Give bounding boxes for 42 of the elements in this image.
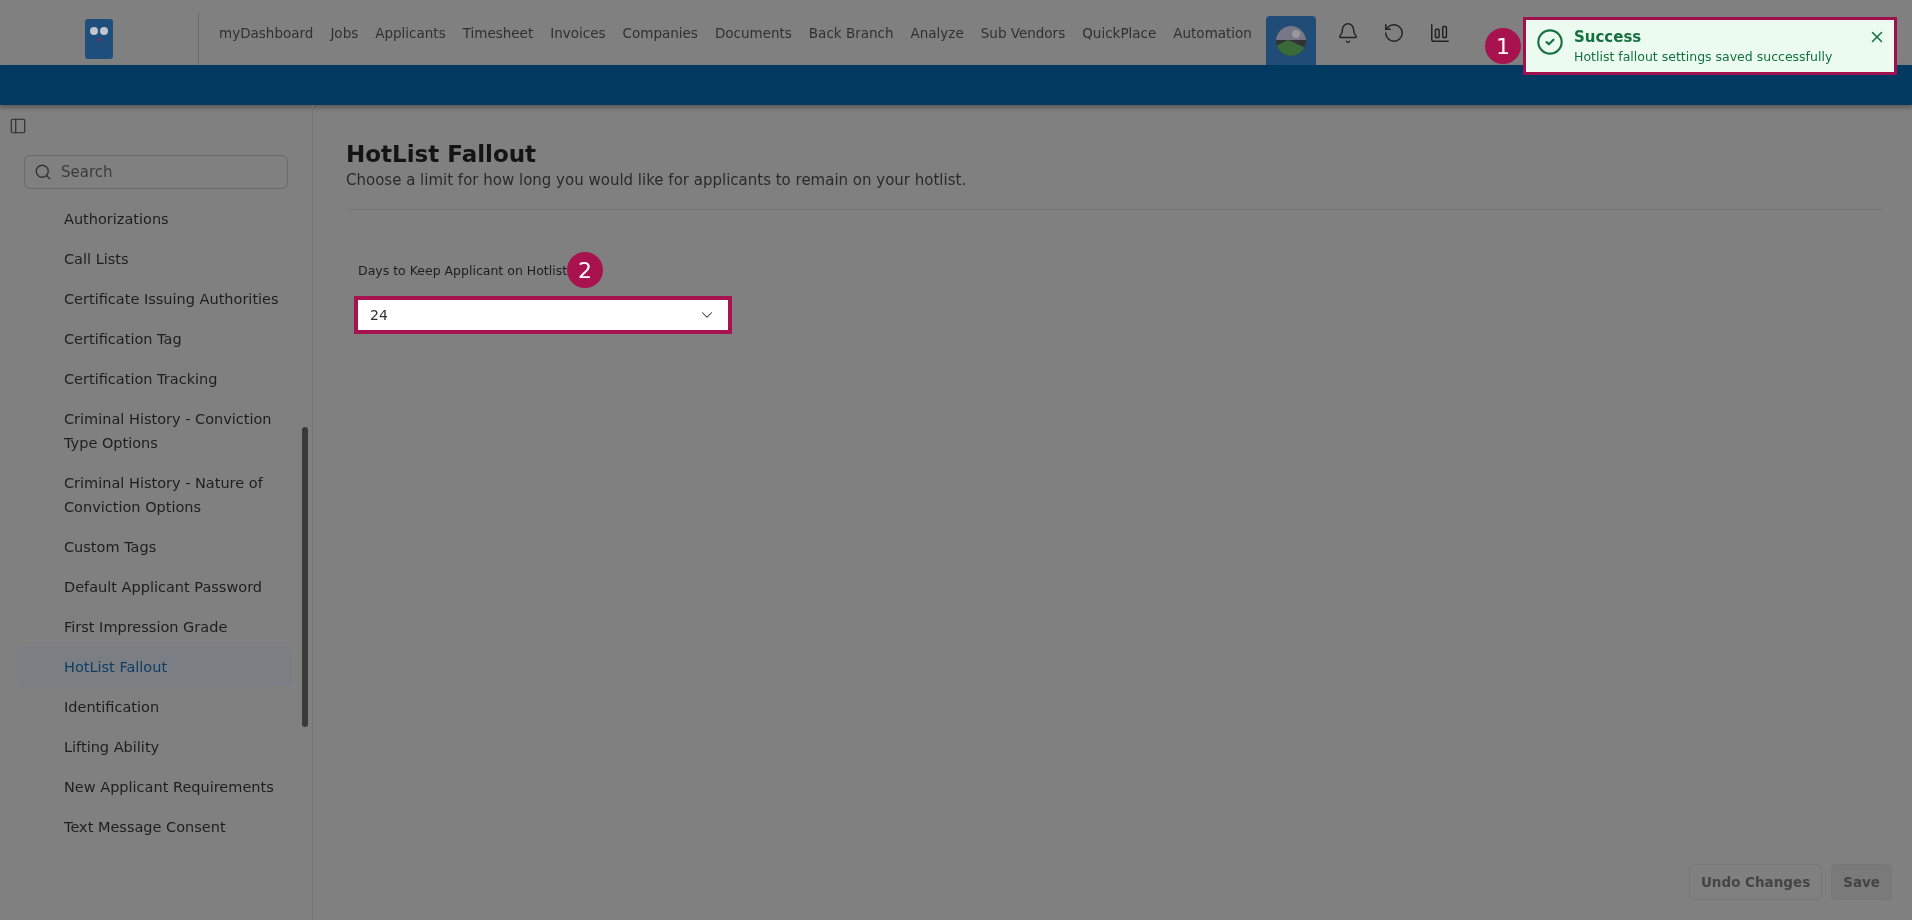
check-icon	[1536, 28, 1564, 56]
nav-link[interactable]: Jobs	[330, 24, 359, 41]
nav-link[interactable]: Analyze	[910, 24, 964, 41]
nav-link[interactable]: Sub Vendors	[980, 24, 1066, 41]
search-icon	[34, 163, 52, 181]
nav-link[interactable]: Companies	[622, 24, 698, 41]
nav-link[interactable]: myDashboard	[219, 24, 314, 41]
nav-link[interactable]: Timesheet	[462, 24, 534, 41]
toast-title: Success	[1574, 28, 1643, 46]
avatar-tab[interactable]	[1265, 16, 1316, 65]
nav-link[interactable]: Invoices	[550, 24, 606, 41]
sidebar-item[interactable]: HotList Fallout	[16, 647, 292, 687]
sidebar-item[interactable]: Text Message Consent	[16, 807, 292, 847]
nav-link[interactable]: QuickPlace	[1082, 24, 1157, 41]
nav-link[interactable]: Automation	[1173, 24, 1252, 41]
toast-message: Hotlist fallout settings saved successfully	[1574, 49, 1834, 64]
sidebar-item[interactable]: Certificate Issuing Authorities	[16, 279, 292, 319]
sidebar-item[interactable]: Call Lists	[16, 239, 292, 279]
page-description: Choose a limit for how long you would like for applicants to remain on your hotlist.	[346, 171, 968, 189]
sidebar-item[interactable]: Criminal History - Nature of Conviction Options	[16, 463, 292, 527]
sidebar-item[interactable]: Lifting Ability	[16, 727, 292, 767]
nav-link[interactable]: Documents	[714, 24, 792, 41]
field-label: Days to Keep Applicant on Hotlist	[358, 262, 568, 278]
sidebar-item[interactable]: Certification Tag	[16, 319, 292, 359]
sidebar-item[interactable]: Identification	[16, 687, 292, 727]
nav-link[interactable]: Applicants	[375, 24, 446, 41]
owl-logo	[83, 16, 115, 61]
action-button[interactable]: Undo Changes	[1688, 864, 1823, 900]
days-select[interactable]: 24	[354, 296, 732, 334]
annotation-badge: 2	[567, 252, 604, 288]
sidebar-item[interactable]: Criminal History - Conviction Type Options	[16, 399, 292, 463]
scrollbar[interactable]	[302, 427, 308, 727]
sidebar-item[interactable]: Authorizations	[16, 199, 292, 239]
sidebar-item[interactable]: New Applicant Requirements	[16, 767, 292, 807]
sidebar-item[interactable]: Custom Tags	[16, 527, 292, 567]
sidebar-item[interactable]: First Impression Grade	[16, 607, 292, 647]
sidebar-item[interactable]: Certification Tracking	[16, 359, 292, 399]
sidebar-toggle-icon[interactable]	[9, 117, 27, 135]
sidebar-item[interactable]: Default Applicant Password	[16, 567, 292, 607]
page-title: HotList Fallout	[346, 141, 538, 167]
nav-link[interactable]: Back Branch	[808, 24, 894, 41]
search-field[interactable]: Search	[24, 155, 288, 189]
